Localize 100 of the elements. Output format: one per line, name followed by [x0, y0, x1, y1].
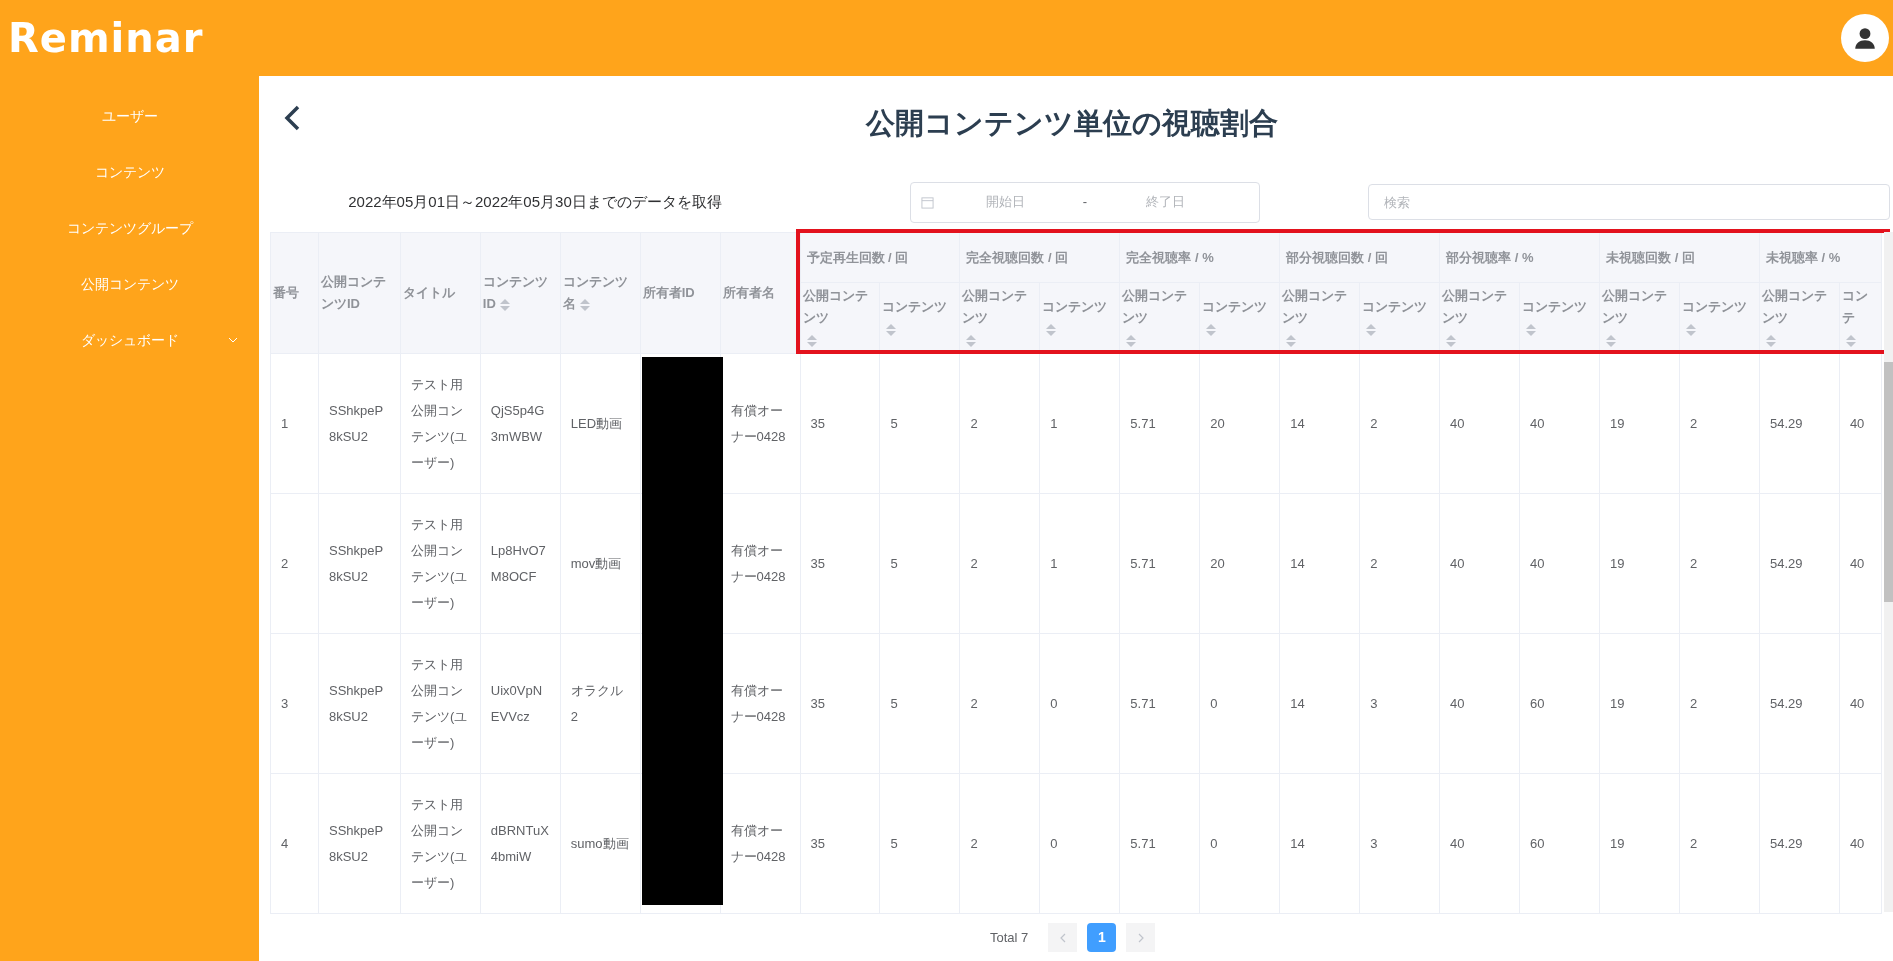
sort-icon[interactable] — [966, 334, 977, 347]
table-cell: オラクル2 — [560, 633, 641, 774]
table-cell: QjS5p4G3mWBW — [480, 353, 561, 494]
table-cell: テスト用公開コンテンツ(ユーザー) — [400, 493, 481, 634]
sort-icon[interactable] — [1606, 334, 1616, 347]
page-title: 公開コンテンツ単位の視聴割合 — [865, 106, 1278, 142]
table-cell: テスト用公開コンテンツ(ユーザー) — [400, 353, 481, 494]
column-group-header: 完全視聴率 / % — [1119, 232, 1280, 283]
table-cell: SShkpeP8kSU2 — [318, 493, 401, 634]
sort-icon[interactable] — [1366, 323, 1377, 336]
sort-icon[interactable] — [1446, 334, 1457, 347]
end-date-placeholder: 終了日 — [1144, 193, 1186, 212]
table-cell: 35 — [800, 493, 880, 634]
table-cell: 2 — [270, 493, 319, 634]
sort-icon[interactable] — [1526, 323, 1537, 336]
search-field[interactable]: 検索 — [1368, 184, 1890, 220]
chevron-right-icon — [1136, 932, 1145, 943]
sort-icon[interactable] — [1126, 334, 1137, 347]
table-cell: 54.29 — [1759, 493, 1840, 634]
column-group-header: 予定再生回数 / 回 — [800, 232, 960, 283]
table-cell: 3 — [1359, 773, 1440, 914]
table-cell: 14 — [1279, 353, 1360, 494]
table-cell: 14 — [1279, 633, 1360, 774]
table-cell: 5.71 — [1119, 773, 1200, 914]
table-cell: 40 — [1439, 633, 1520, 774]
sort-icon[interactable] — [806, 334, 817, 347]
sort-icon[interactable] — [1765, 334, 1776, 347]
sort-icon[interactable] — [1286, 334, 1297, 347]
sidebar-item[interactable]: コンテンツ — [0, 144, 259, 200]
table-cell: 2 — [959, 633, 1040, 774]
table-cell: 54.29 — [1759, 353, 1840, 494]
date-range-picker[interactable]: 開始日 - 終了日 — [910, 181, 1260, 223]
table-cell: 40 — [1439, 493, 1520, 634]
page-button[interactable]: 1 — [1087, 923, 1117, 952]
column-group-header: 完全視聴回数 / 回 — [959, 232, 1120, 283]
table-cell: 4 — [270, 773, 319, 914]
range-separator: - — [1081, 193, 1089, 212]
back-chevron-icon[interactable] — [283, 104, 301, 132]
column-header[interactable]: コンテンツ名 — [560, 232, 641, 354]
table-cell: 40 — [1839, 633, 1882, 774]
sort-icon[interactable] — [886, 323, 897, 336]
table-cell: 14 — [1279, 493, 1360, 634]
table-cell: 2 — [1359, 493, 1440, 634]
table-cell: 5 — [879, 773, 960, 914]
table-cell: 2 — [1359, 353, 1440, 494]
table-cell: 2 — [1679, 773, 1760, 914]
table-cell: 19 — [1599, 633, 1680, 774]
column-header: 所有者ID — [640, 232, 721, 354]
table-cell: 20 — [1199, 353, 1280, 494]
sidebar-item[interactable]: コンテンツグループ — [0, 200, 259, 256]
table-cell: 40 — [1439, 773, 1520, 914]
table-cell: 19 — [1599, 493, 1680, 634]
column-group-header: 部分視聴回数 / 回 — [1279, 232, 1440, 283]
column-group-header: 未視聴回数 / 回 — [1599, 232, 1760, 283]
sort-icon[interactable] — [1046, 323, 1057, 336]
table-cell: 0 — [1039, 633, 1120, 774]
table-cell: 1 — [1039, 353, 1120, 494]
table-cell: テスト用公開コンテンツ(ユーザー) — [400, 773, 481, 914]
column-header: 所有者名 — [720, 232, 800, 354]
vertical-scrollbar[interactable] — [1884, 232, 1893, 912]
table-cell: 2 — [1679, 493, 1760, 634]
table-cell: 54.29 — [1759, 773, 1840, 914]
column-header: 番号 — [270, 232, 319, 354]
table-cell: mov動画 — [560, 493, 641, 634]
table-cell: テスト用公開コンテンツ(ユーザー) — [400, 633, 481, 774]
table-cell: 19 — [1599, 773, 1680, 914]
sort-icon[interactable] — [1685, 323, 1696, 336]
table-cell: 5 — [879, 353, 960, 494]
avatar-icon[interactable] — [1841, 14, 1889, 62]
calendar-icon — [921, 195, 934, 209]
table-cell: 2 — [1679, 633, 1760, 774]
table-cell: 2 — [1679, 353, 1760, 494]
sort-icon[interactable] — [1206, 323, 1217, 336]
table-cell: 60 — [1519, 633, 1600, 774]
start-date-placeholder: 開始日 — [984, 193, 1026, 212]
table-cell: 40 — [1839, 353, 1882, 494]
table-cell: 0 — [1199, 633, 1280, 774]
sidebar-item[interactable]: ダッシュボード — [0, 312, 259, 368]
table-cell: 40 — [1839, 773, 1882, 914]
table-cell: 35 — [800, 633, 880, 774]
sidebar-item[interactable]: 公開コンテンツ — [0, 256, 259, 312]
table-cell: 5.71 — [1119, 493, 1200, 634]
table-cell: 2 — [959, 773, 1040, 914]
sidebar-item[interactable]: ユーザー — [0, 88, 259, 144]
sort-icon[interactable] — [579, 298, 590, 311]
table-cell: 5 — [879, 633, 960, 774]
sort-icon[interactable] — [499, 298, 510, 311]
table-cell: SShkpeP8kSU2 — [318, 633, 401, 774]
table-cell: 14 — [1279, 773, 1360, 914]
table-cell: Uix0VpNEVVcz — [480, 633, 561, 774]
table-cell: 0 — [1199, 773, 1280, 914]
column-header[interactable]: コンテンツID — [480, 232, 561, 354]
chevron-left-icon — [1058, 932, 1067, 943]
column-header: タイトル — [400, 232, 481, 354]
table-cell: 5 — [879, 493, 960, 634]
table-cell: 40 — [1839, 493, 1882, 634]
table-cell: 0 — [1039, 773, 1120, 914]
sort-icon[interactable] — [1845, 334, 1856, 347]
table-cell: 40 — [1519, 353, 1600, 494]
table-cell: sumo動画 — [560, 773, 641, 914]
